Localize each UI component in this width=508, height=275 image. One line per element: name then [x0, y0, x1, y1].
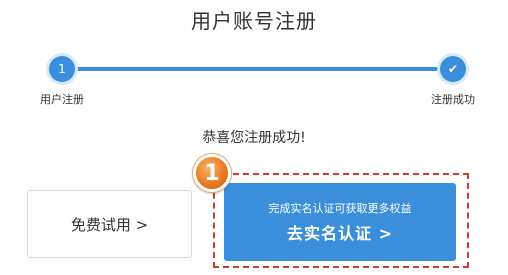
verify-subtitle: 完成实名认证可获取更多权益	[268, 202, 412, 215]
free-trial-label: 免费试用 >	[70, 215, 149, 234]
step-2-label: 注册成功	[431, 93, 475, 106]
step-number-badge: 1	[193, 154, 231, 192]
step-1-label: 用户注册	[40, 93, 84, 106]
step-1-circle: 1	[49, 56, 75, 82]
success-message: 恭喜您注册成功!	[202, 130, 306, 146]
checkmark-icon: ✔	[440, 56, 466, 82]
verify-label: 去实名认证 >	[287, 224, 393, 243]
real-name-verify-button[interactable]: 完成实名认证可获取更多权益 去实名认证 >	[224, 183, 456, 261]
page-title: 用户账号注册	[191, 9, 317, 33]
free-trial-button[interactable]: 免费试用 >	[27, 190, 192, 258]
progress-line	[62, 67, 453, 71]
